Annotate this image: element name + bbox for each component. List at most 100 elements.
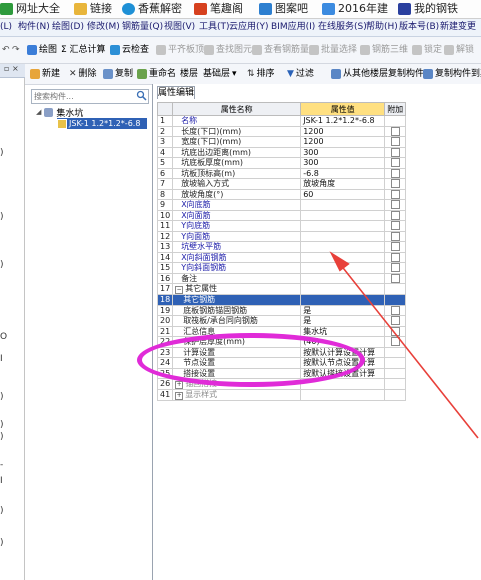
unlock-button[interactable]: 解锁	[444, 43, 474, 57]
attach-checkbox[interactable]	[390, 221, 400, 230]
property-value-cell[interactable]	[300, 220, 386, 232]
property-row[interactable]: 3 宽度(下口)(mm) 1200	[156, 136, 407, 148]
favorite-2016[interactable]: 2016年建	[322, 1, 388, 17]
view-rebar-qty-button[interactable]: 查看钢筋量	[252, 43, 309, 57]
property-row[interactable]: 4 坑底出边距离(mm) 300	[156, 146, 407, 158]
property-name-cell[interactable]: 坑板顶标高(m)	[172, 167, 302, 179]
menu-tools[interactable]: 工具(T)	[199, 19, 230, 36]
property-name-cell[interactable]: 坑底板厚度(mm)	[172, 157, 302, 169]
menu-version[interactable]: 版本号(B)	[399, 19, 439, 36]
sort-button[interactable]: ⇅ 排序	[247, 68, 275, 80]
copy-to-floor-button[interactable]: 复制构件到其	[423, 68, 481, 80]
tree-item-selected[interactable]: JSK-1 1.2*1.2*-6.8	[57, 118, 147, 129]
property-value-cell[interactable]	[300, 209, 386, 221]
favorite-steel[interactable]: 我的钢铁	[398, 1, 458, 17]
rebar-3d-button[interactable]: 钢筋三维	[360, 43, 408, 57]
menu-component[interactable]: 构件(N)	[18, 19, 50, 36]
property-row[interactable]: 6 坑板顶标高(m) -6.8	[156, 167, 407, 179]
property-name-cell[interactable]: 坑底出边距离(mm)	[172, 146, 302, 158]
undo-icon[interactable]: ↶	[2, 43, 10, 57]
property-name-cell[interactable]: + 显示样式	[172, 389, 302, 401]
property-value-cell[interactable]: 60	[300, 188, 386, 200]
property-name-cell[interactable]: 放坡输入方式	[172, 178, 302, 190]
property-name-cell[interactable]: 放坡角度(°)	[172, 188, 302, 200]
attach-checkbox[interactable]	[390, 158, 400, 167]
find-element-button[interactable]: 查找图元	[204, 43, 252, 57]
filter-button[interactable]: ▼ 过滤	[287, 68, 314, 80]
calculate-button[interactable]: Σ 汇总计算	[61, 43, 106, 57]
expand-icon[interactable]: +	[175, 381, 184, 389]
menu-item[interactable]: (L)	[0, 19, 12, 36]
property-row[interactable]: 5 坑底板厚度(mm) 300	[156, 157, 407, 169]
favorite-site-navigation[interactable]: 网址大全	[0, 1, 60, 17]
attach-checkbox[interactable]	[390, 200, 400, 209]
menu-cloud[interactable]: 云应用(Y)	[229, 19, 269, 36]
property-name-cell[interactable]: 坑壁水平筋	[172, 241, 302, 253]
pin-icon[interactable]: ▫ ×	[4, 64, 19, 73]
new-button[interactable]: 新建	[30, 68, 60, 80]
property-value-cell[interactable]: 300	[300, 157, 386, 169]
tab-property-edit[interactable]: 属性编辑	[157, 86, 195, 99]
menu-modify[interactable]: 修改(M)	[87, 19, 120, 36]
expand-icon[interactable]: +	[175, 392, 184, 400]
favorite-banana[interactable]: 香蕉解密	[122, 1, 182, 17]
redo-icon[interactable]: ↷	[12, 43, 20, 57]
property-name-cell[interactable]: Y向面筋	[172, 230, 302, 242]
property-value-cell[interactable]: 1200	[300, 136, 386, 148]
property-value-cell[interactable]: 300	[300, 146, 386, 158]
property-value-cell[interactable]	[300, 199, 386, 211]
favorite-links[interactable]: 链接	[74, 1, 112, 17]
property-name-cell[interactable]: 其它钢筋	[172, 294, 302, 306]
tree-root-node[interactable]: ◢ 集水坑	[36, 106, 83, 119]
align-top-button[interactable]: 平齐板顶	[156, 43, 204, 57]
lock-button[interactable]: 锁定	[412, 43, 442, 57]
property-row[interactable]: 8 放坡角度(°) 60	[156, 188, 407, 200]
property-name-cell[interactable]: X向斜面钢筋	[172, 251, 302, 263]
cloud-check-button[interactable]: 云检查	[110, 43, 149, 57]
menu-view[interactable]: 视图(V)	[164, 19, 195, 36]
property-name-cell[interactable]: 长度(下口)(mm)	[172, 125, 302, 137]
property-name-cell[interactable]: 备注	[172, 272, 302, 284]
property-name-cell[interactable]: X向底筋	[172, 199, 302, 211]
property-name-cell[interactable]: X向面筋	[172, 209, 302, 221]
property-name-cell[interactable]: Y向底筋	[172, 220, 302, 232]
delete-button[interactable]: ✕ 删除	[69, 68, 97, 80]
property-row[interactable]: 11 Y向底筋	[156, 220, 407, 232]
property-name-cell[interactable]: 底板钢筋锚固钢筋	[172, 304, 302, 316]
floor-select[interactable]: 基础层 ▾	[203, 68, 237, 80]
menu-new-change[interactable]: 新建变更	[440, 19, 476, 36]
favorite-image-bar[interactable]: 图案吧	[259, 1, 308, 17]
attach-checkbox[interactable]	[390, 147, 400, 157]
menu-help[interactable]: 帮助(H)	[366, 19, 398, 36]
property-name-cell[interactable]: 名称	[172, 115, 302, 127]
rename-button[interactable]: 重命名	[137, 68, 176, 80]
favorite-biquge[interactable]: 笔趣阁	[194, 1, 243, 17]
batch-select-button[interactable]: 批量选择	[309, 43, 357, 57]
property-value-cell[interactable]: 放坡角度	[300, 178, 386, 190]
property-value-cell[interactable]: JSK-1 1.2*1.2*-6.8	[300, 115, 386, 127]
collapse-icon[interactable]: −	[175, 286, 184, 294]
collapse-triangle-icon[interactable]: ◢	[36, 108, 41, 116]
property-name-cell[interactable]: Y向斜面钢筋	[172, 262, 302, 274]
property-row[interactable]: 2 长度(下口)(mm) 1200	[156, 125, 407, 137]
property-row[interactable]: 7 放坡输入方式 放坡角度	[156, 178, 407, 190]
attach-checkbox[interactable]	[390, 210, 400, 220]
property-row[interactable]: 10 X向面筋	[156, 209, 407, 221]
attach-checkbox[interactable]	[390, 168, 400, 178]
copy-button[interactable]: 复制	[103, 68, 133, 80]
menu-rebar-qty[interactable]: 钢筋量(Q)	[122, 19, 163, 36]
property-row[interactable]: 1 名称 JSK-1 1.2*1.2*-6.8	[156, 115, 407, 127]
property-name-cell[interactable]: 宽度(下口)(mm)	[172, 136, 302, 148]
property-row[interactable]: 9 X向底筋	[156, 199, 407, 211]
menu-online[interactable]: 在线服务(S)	[318, 19, 367, 36]
menu-bim[interactable]: BIM应用(I)	[271, 19, 315, 36]
search-icon[interactable]	[136, 90, 147, 101]
copy-from-floor-button[interactable]: 从其他楼层复制构件	[331, 68, 424, 80]
draw-button[interactable]: 绘图	[27, 43, 57, 57]
attach-checkbox[interactable]	[390, 189, 400, 199]
component-search-input[interactable]	[32, 90, 136, 103]
attach-checkbox[interactable]	[390, 126, 400, 136]
property-name-cell[interactable]: 取筏板/承台同向钢筋	[172, 315, 302, 327]
menu-draw[interactable]: 绘图(D)	[52, 19, 84, 36]
attach-checkbox[interactable]	[390, 137, 400, 146]
